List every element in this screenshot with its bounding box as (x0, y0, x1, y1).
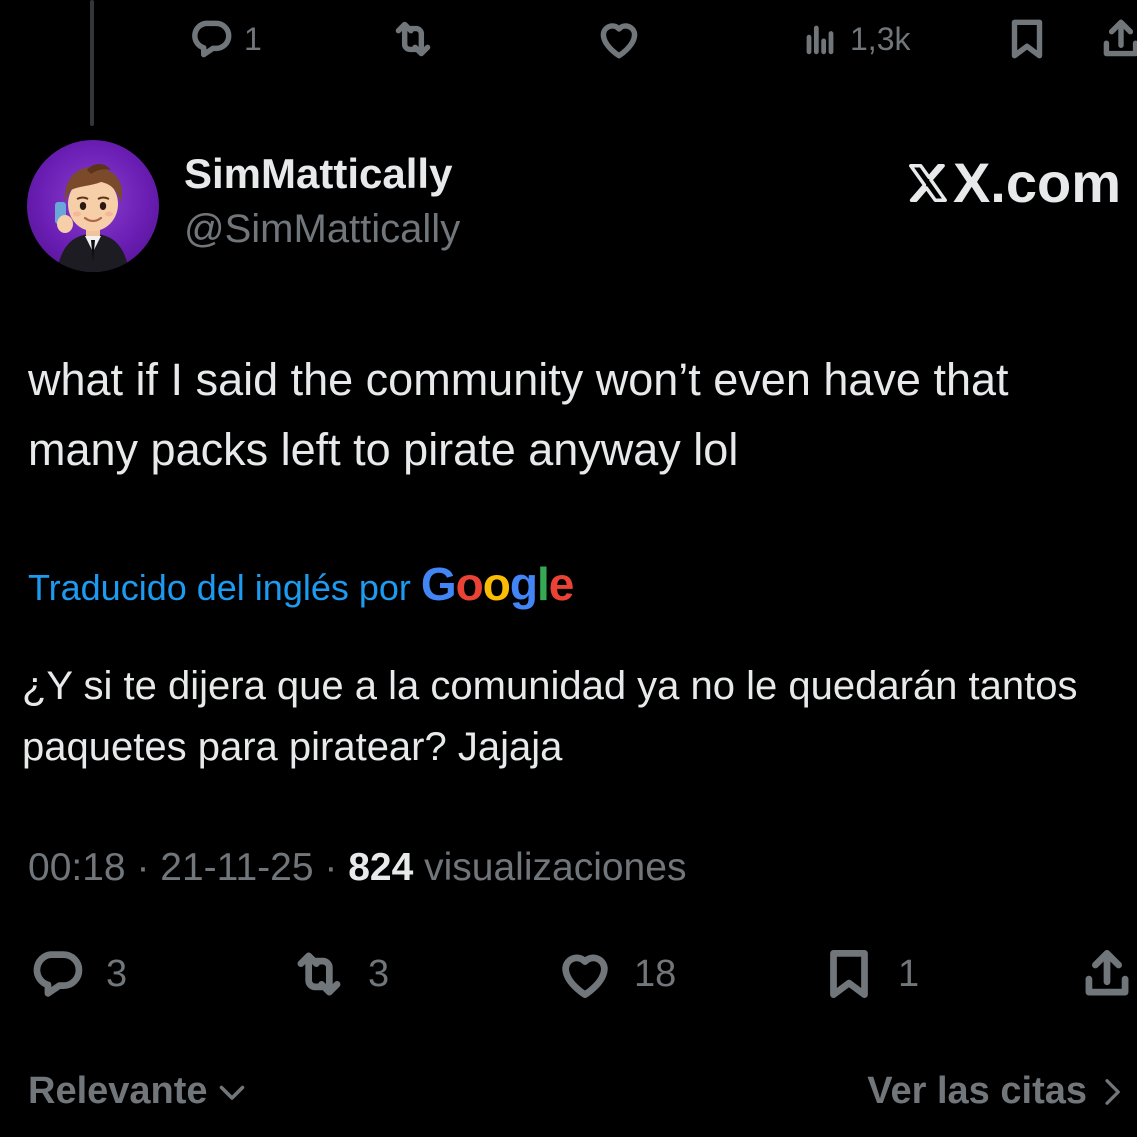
google-logo: Google (420, 557, 575, 611)
author-display-name[interactable]: SimMattically (184, 150, 452, 198)
bookmark-button[interactable]: 1 (818, 942, 919, 1006)
prev-bookmark-button[interactable] (1002, 8, 1052, 70)
share-button[interactable] (1076, 942, 1137, 1006)
google-logo-letter: l (537, 558, 550, 610)
view-count: 824 (348, 846, 414, 889)
chevron-down-icon (219, 1085, 244, 1100)
xcom-watermark: X.com (905, 150, 1121, 215)
like-icon (600, 23, 638, 59)
reply-icon (33, 951, 83, 997)
reply-button[interactable]: 3 (26, 942, 127, 1006)
avatar-cartoon-image (55, 164, 129, 272)
x-logo-icon (908, 163, 947, 202)
separator: · (136, 846, 150, 889)
share-icon (1103, 19, 1137, 57)
repost-count: 3 (368, 952, 390, 995)
google-logo-letter: G (420, 558, 457, 610)
separator: · (324, 846, 338, 889)
prev-views-count: 1,3k (850, 20, 911, 57)
thread-connector-line (90, 0, 94, 126)
view-quotes-label: Ver las citas (867, 1070, 1087, 1112)
prev-views-button[interactable]: 1,3k (798, 8, 910, 70)
repost-icon (395, 21, 431, 57)
translated-tweet-text: ¿Y si te dijera que a la comunidad ya no… (22, 664, 1078, 769)
sort-replies-dropdown[interactable]: Relevante (28, 1070, 250, 1113)
repost-icon (297, 952, 341, 996)
view-quotes-link[interactable]: Ver las citas (867, 1070, 1127, 1113)
like-count: 18 (634, 952, 677, 995)
reply-count: 3 (106, 952, 128, 995)
bookmark-count: 1 (898, 952, 920, 995)
tweet-metadata: 00:18 · 21-11-25 · 824 visualizaciones (28, 846, 686, 890)
tweet-date[interactable]: 21-11-25 (160, 846, 313, 889)
xcom-domain-text: X.com (952, 151, 1121, 214)
google-logo-letter: o (455, 558, 484, 610)
tweet-time[interactable]: 00:18 (28, 846, 126, 889)
like-icon (562, 954, 608, 999)
google-logo-letter: o (482, 558, 511, 610)
views-label: visualizaciones (424, 846, 687, 889)
prev-share-button[interactable] (1096, 8, 1137, 70)
bookmark-icon (1011, 19, 1043, 59)
translated-by-label: Traducido del inglés por (28, 567, 411, 608)
views-icon (806, 25, 834, 55)
translated-by-notice[interactable]: Traducido del inglés por Google (28, 557, 575, 611)
prev-reply-button[interactable]: 1 (186, 8, 262, 70)
reply-icon (192, 20, 232, 58)
avatar[interactable] (27, 140, 159, 272)
sort-label: Relevante (28, 1070, 208, 1112)
prev-like-button[interactable] (594, 8, 644, 70)
share-icon (1085, 949, 1129, 996)
author-handle[interactable]: @SimMattically (184, 207, 460, 252)
repost-button[interactable]: 3 (288, 942, 389, 1006)
chevron-right-icon (1105, 1078, 1120, 1105)
like-button[interactable]: 18 (554, 942, 676, 1006)
tweet-text: what if I said the community won’t even … (28, 354, 1009, 475)
bookmark-icon (830, 949, 868, 999)
google-logo-letter: g (509, 558, 538, 610)
prev-repost-button[interactable] (388, 8, 438, 70)
google-logo-letter: e (548, 558, 575, 610)
prev-reply-count: 1 (244, 20, 262, 57)
